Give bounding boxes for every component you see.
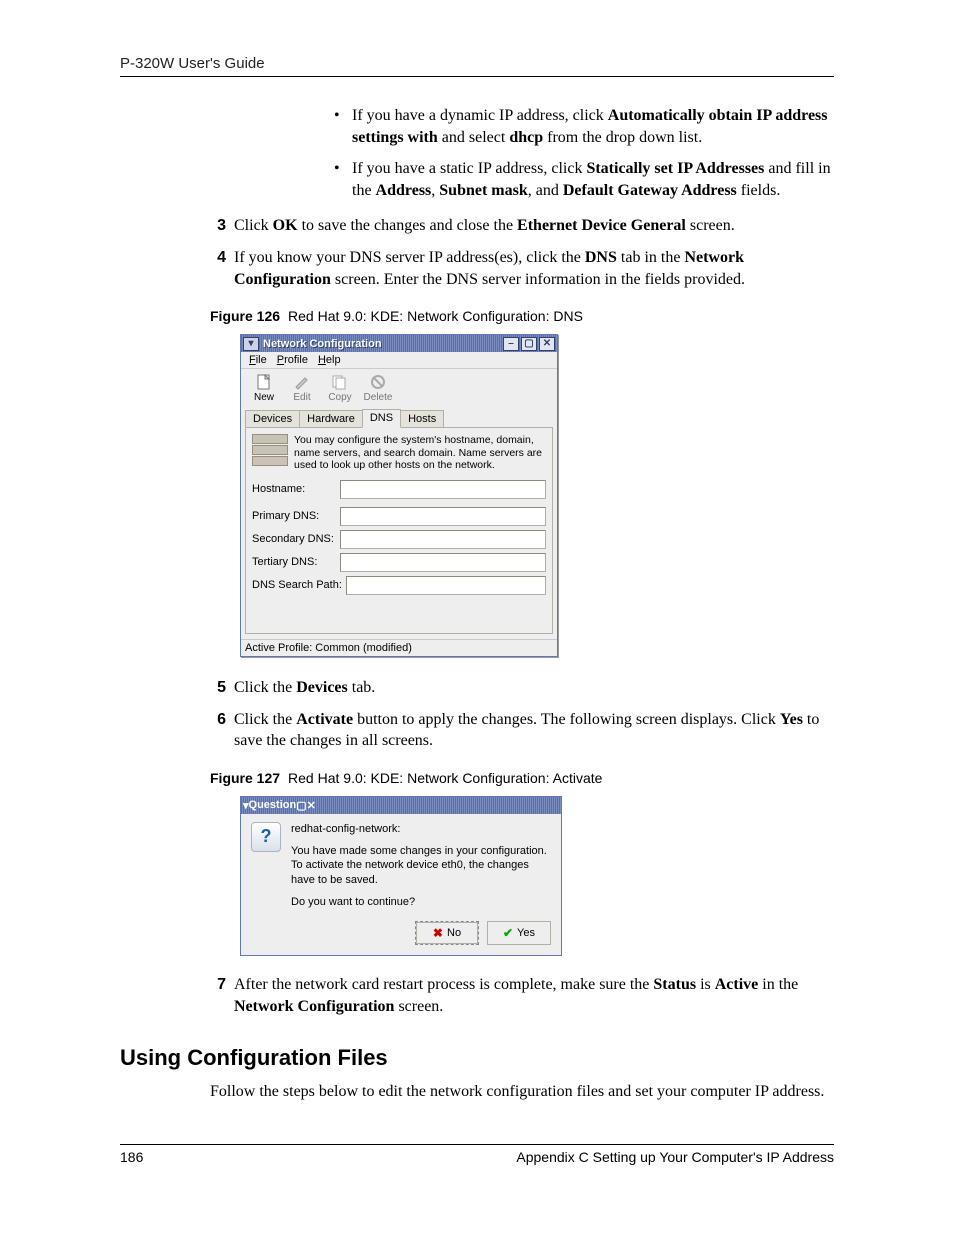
dialog-titlebar[interactable]: ▾ Question ▢ ✕ — [241, 797, 561, 814]
section-body: Follow the steps below to edit the netwo… — [210, 1081, 834, 1103]
maximize-button[interactable]: ▢ — [296, 799, 306, 812]
network-config-window: ▾ Network Configuration – ▢ ✕ File Profi… — [240, 334, 558, 657]
section-heading: Using Configuration Files — [120, 1045, 834, 1071]
window-titlebar[interactable]: ▾ Network Configuration – ▢ ✕ — [241, 335, 557, 352]
menu-file[interactable]: File — [249, 354, 267, 366]
label-tertiary-dns: Tertiary DNS: — [252, 556, 340, 568]
header-guide-title: P-320W User's Guide — [120, 55, 834, 72]
dialog-title: Question — [249, 799, 297, 811]
tool-new[interactable]: New — [247, 373, 281, 403]
footer-chapter: Appendix C Setting up Your Computer's IP… — [516, 1149, 834, 1165]
figure-126-caption: Figure 126Red Hat 9.0: KDE: Network Conf… — [210, 308, 834, 324]
header-rule — [120, 76, 834, 77]
close-button[interactable]: ✕ — [307, 799, 316, 812]
new-icon — [254, 373, 274, 391]
input-primary-dns[interactable] — [340, 507, 546, 526]
step-3: 3 Click OK to save the changes and close… — [210, 215, 834, 237]
tab-dns[interactable]: DNS — [362, 409, 401, 428]
x-icon: ✖ — [433, 926, 443, 940]
page-number: 186 — [120, 1149, 143, 1165]
menu-bar: File Profile Help — [241, 352, 557, 369]
question-dialog: ▾ Question ▢ ✕ ? redhat-config-network: … — [240, 796, 562, 956]
footer-rule — [120, 1144, 834, 1145]
close-button[interactable]: ✕ — [539, 337, 555, 351]
window-title: Network Configuration — [263, 338, 501, 350]
dns-tab-panel: You may configure the system's hostname,… — [245, 427, 553, 634]
tool-copy[interactable]: Copy — [323, 373, 357, 403]
label-primary-dns: Primary DNS: — [252, 510, 340, 522]
server-icon — [252, 434, 288, 466]
check-icon: ✔ — [503, 926, 513, 940]
step-4: 4 If you know your DNS server IP address… — [210, 247, 834, 290]
tab-bar: Devices Hardware DNS Hosts — [241, 409, 557, 428]
yes-button[interactable]: ✔ Yes — [487, 921, 551, 945]
menu-help[interactable]: Help — [318, 354, 341, 366]
label-search-path: DNS Search Path: — [252, 579, 346, 591]
minimize-button[interactable]: – — [503, 337, 519, 351]
dialog-text: redhat-config-network: You have made som… — [291, 822, 551, 917]
menu-profile[interactable]: Profile — [277, 354, 308, 366]
no-button[interactable]: ✖ No — [415, 921, 479, 945]
input-search-path[interactable] — [346, 576, 546, 595]
maximize-button[interactable]: ▢ — [521, 337, 537, 351]
step-6: 6 Click the Activate button to apply the… — [210, 709, 834, 752]
step-5: 5 Click the Devices tab. — [210, 677, 834, 699]
delete-icon — [368, 373, 388, 391]
question-icon: ? — [251, 822, 281, 852]
input-tertiary-dns[interactable] — [340, 553, 546, 572]
window-menu-icon[interactable]: ▾ — [243, 337, 259, 351]
copy-icon — [330, 373, 350, 391]
edit-icon — [292, 373, 312, 391]
figure-127-caption: Figure 127Red Hat 9.0: KDE: Network Conf… — [210, 770, 834, 786]
input-hostname[interactable] — [340, 480, 546, 499]
status-bar: Active Profile: Common (modified) — [241, 639, 557, 656]
bullet-static-ip: If you have a static IP address, click S… — [330, 158, 834, 201]
tool-edit[interactable]: Edit — [285, 373, 319, 403]
input-secondary-dns[interactable] — [340, 530, 546, 549]
toolbar: New Edit Copy Delete — [241, 369, 557, 407]
tool-delete[interactable]: Delete — [361, 373, 395, 403]
step-7: 7 After the network card restart process… — [210, 974, 834, 1017]
label-hostname: Hostname: — [252, 483, 340, 495]
bullet-dynamic-ip: If you have a dynamic IP address, click … — [330, 105, 834, 148]
dns-description: You may configure the system's hostname,… — [294, 434, 546, 472]
label-secondary-dns: Secondary DNS: — [252, 533, 340, 545]
